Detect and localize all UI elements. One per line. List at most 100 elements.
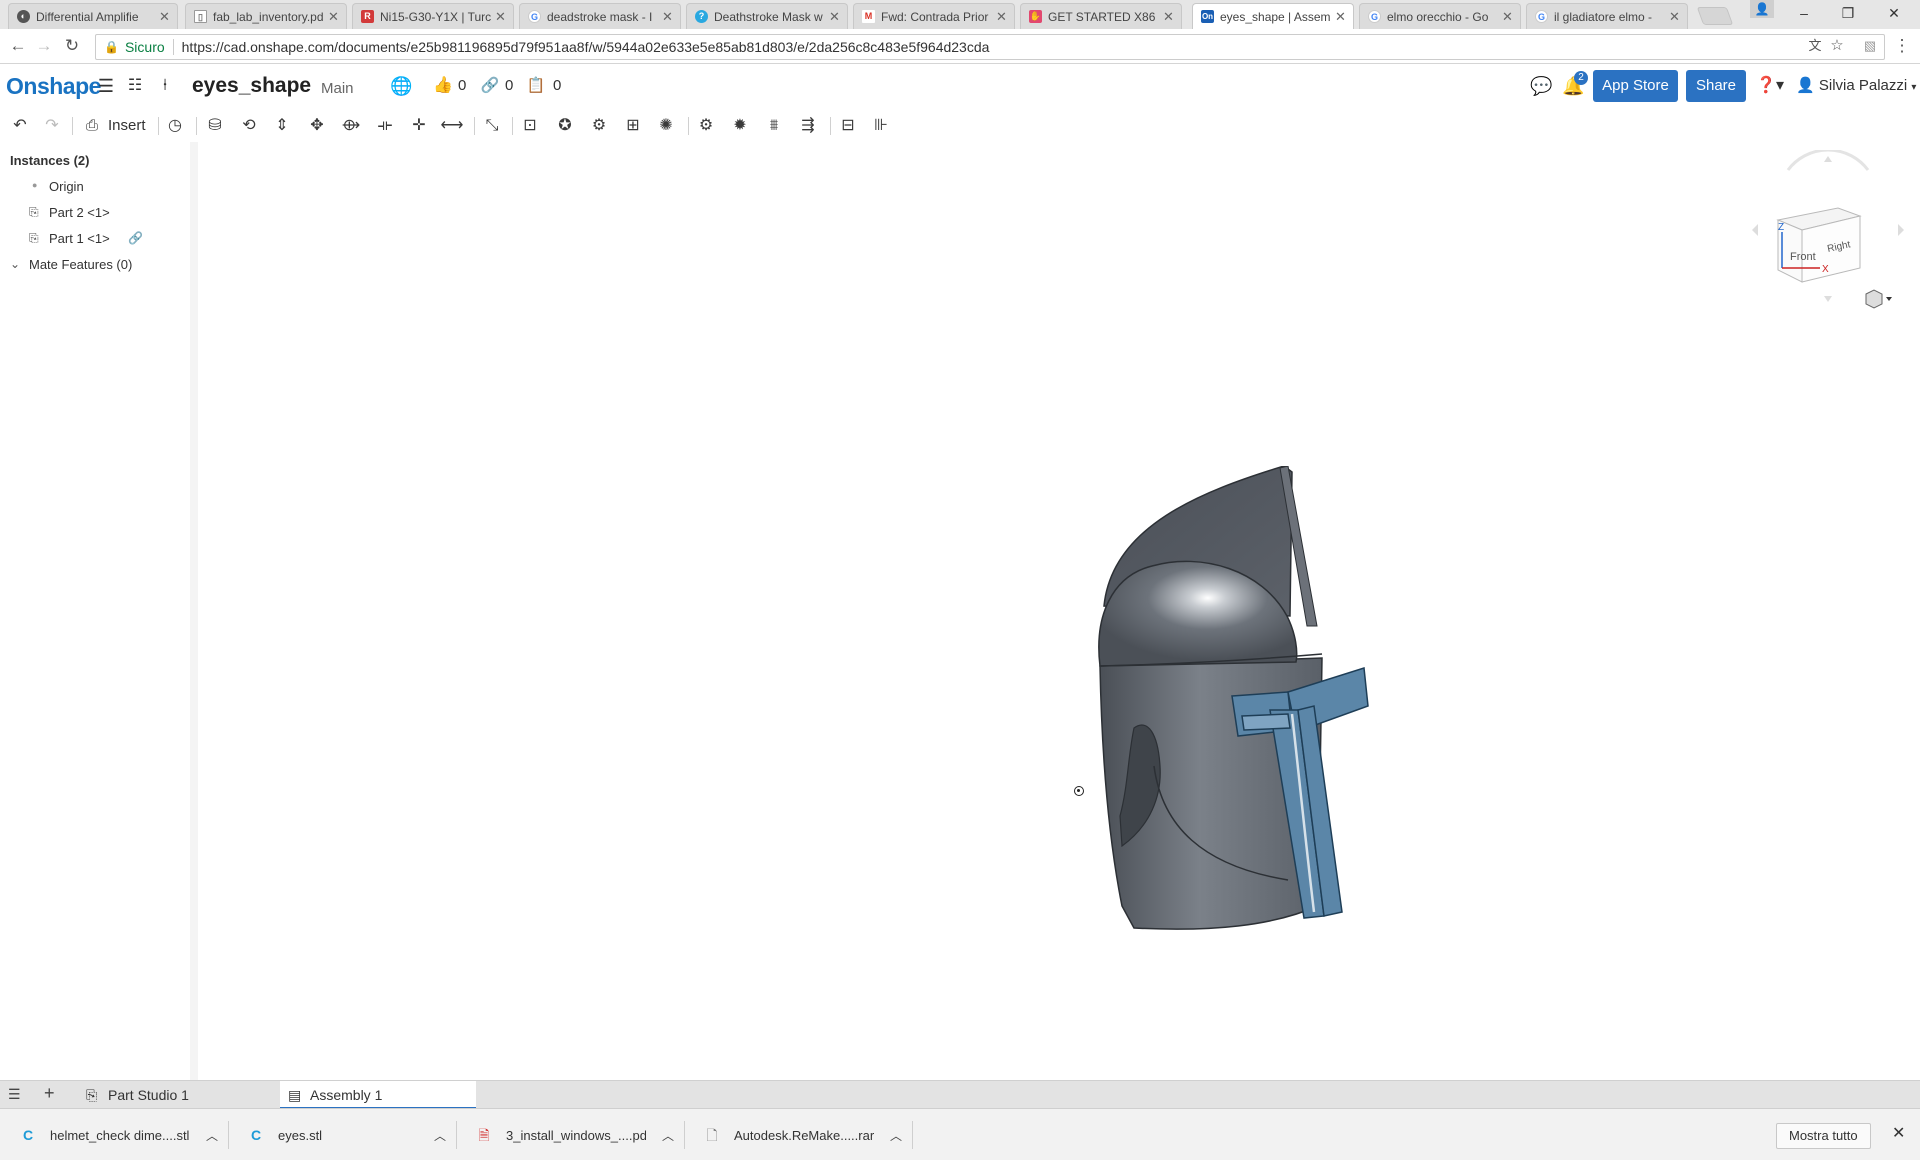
- back-icon[interactable]: ←: [6, 35, 30, 59]
- close-icon[interactable]: ✕: [996, 9, 1008, 25]
- tree-item-part1[interactable]: Part 1 <1>: [49, 231, 110, 246]
- close-icon[interactable]: ✕: [159, 9, 171, 25]
- tree-item-part2[interactable]: Part 2 <1>: [49, 205, 110, 220]
- tree-item-mate-features[interactable]: Mate Features (0): [29, 257, 132, 272]
- close-icon[interactable]: ✕: [1892, 1123, 1905, 1143]
- reload-icon[interactable]: ↻: [60, 35, 84, 59]
- download-item[interactable]: 🗋 Autodesk.ReMake.....rar ︿: [684, 1109, 912, 1161]
- chevron-up-icon[interactable]: ︿: [890, 1127, 902, 1144]
- copy-icon[interactable]: 📋: [526, 75, 546, 97]
- tab-assembly[interactable]: ▤ Assembly 1: [280, 1081, 476, 1109]
- circular-pattern-icon[interactable]: ✺: [654, 114, 678, 138]
- pin-slot-mate-icon[interactable]: ⟛: [373, 114, 397, 138]
- download-item[interactable]: 🗎 3_install_windows_....pdf ︿: [456, 1109, 684, 1161]
- globe-icon[interactable]: 🌐: [390, 75, 412, 97]
- link-icon[interactable]: 🔗: [480, 75, 500, 97]
- mate-connector-icon[interactable]: ⊡: [518, 114, 542, 138]
- close-icon[interactable]: ✕: [662, 9, 674, 25]
- close-icon[interactable]: ✕: [1163, 9, 1175, 25]
- rack-pinion-icon[interactable]: ✹: [728, 114, 752, 138]
- profile-icon[interactable]: 👤: [1750, 0, 1774, 18]
- onshape-logo[interactable]: Onshape: [6, 73, 101, 100]
- relation-icon[interactable]: ⚙: [587, 114, 611, 138]
- add-feature-icon[interactable]: ⍿: [154, 75, 176, 97]
- chevron-up-icon[interactable]: ︿: [206, 1127, 218, 1144]
- explode-view-icon[interactable]: ⊪: [869, 114, 893, 138]
- undo-icon[interactable]: ↶: [8, 114, 32, 138]
- chevron-down-icon[interactable]: ⌄: [10, 257, 20, 271]
- redo-icon[interactable]: ↷: [40, 114, 64, 138]
- graphics-viewport[interactable]: [200, 142, 1920, 1080]
- tab-part-studio[interactable]: ⎘ Part Studio 1: [78, 1081, 278, 1109]
- forward-icon[interactable]: →: [32, 35, 56, 59]
- workspace-name[interactable]: Main: [321, 80, 354, 97]
- feature-list-icon[interactable]: ☷: [124, 75, 146, 97]
- chrome-menu-icon[interactable]: ⋮: [1890, 35, 1914, 59]
- chevron-up-icon[interactable]: ︿: [434, 1127, 446, 1144]
- tangent-mate-icon[interactable]: ⤡: [480, 114, 504, 138]
- group-icon[interactable]: ✪: [553, 114, 577, 138]
- user-menu[interactable]: 👤 Silvia Palazzi ▾: [1796, 76, 1916, 94]
- translate-icon[interactable]: 文: [1803, 35, 1827, 59]
- parallel-mate-icon[interactable]: ⟷: [440, 114, 464, 138]
- download-item[interactable]: C eyes.stl ︿: [228, 1109, 456, 1161]
- measure-icon[interactable]: ⊟: [836, 114, 860, 138]
- help-icon[interactable]: ❓▾: [1754, 75, 1786, 97]
- new-tab-button[interactable]: [1696, 7, 1734, 25]
- minimize-icon[interactable]: –: [1782, 0, 1826, 29]
- like-icon[interactable]: 👍: [432, 75, 454, 97]
- gear-relation-icon[interactable]: ⚙: [694, 114, 718, 138]
- document-title[interactable]: eyes_shape: [192, 74, 311, 98]
- download-item[interactable]: C helmet_check dime....stl ︿: [0, 1109, 228, 1161]
- view-options-icon[interactable]: [1865, 289, 1892, 309]
- browser-tab[interactable]: R Ni15-G30-Y1X | Turc ✕: [352, 3, 514, 29]
- revolute-mate-icon[interactable]: ⟲: [237, 114, 261, 138]
- close-icon[interactable]: ✕: [495, 9, 507, 25]
- close-icon[interactable]: ✕: [1335, 9, 1347, 25]
- linear-relation-icon[interactable]: ⇶: [796, 114, 820, 138]
- browser-tab[interactable]: ? Deathstroke Mask w ✕: [686, 3, 848, 29]
- browser-tab-active[interactable]: On eyes_shape | Assem ✕: [1192, 3, 1354, 29]
- app-store-button[interactable]: App Store: [1593, 70, 1678, 102]
- close-icon[interactable]: ✕: [1669, 9, 1681, 25]
- add-tab-icon[interactable]: +: [44, 1083, 55, 1104]
- tree-item-origin[interactable]: Origin: [49, 179, 84, 194]
- arrow-down-icon[interactable]: [1824, 296, 1832, 302]
- arrow-left-icon[interactable]: [1752, 224, 1758, 236]
- show-all-downloads-button[interactable]: Mostra tutto: [1776, 1123, 1871, 1149]
- linear-pattern-icon[interactable]: ⊞: [621, 114, 645, 138]
- browser-tab[interactable]: G elmo orecchio - Go ✕: [1359, 3, 1521, 29]
- insert-button[interactable]: Insert: [108, 114, 146, 138]
- planar-mate-icon[interactable]: ✥: [305, 114, 329, 138]
- arrow-right-icon[interactable]: [1898, 224, 1904, 236]
- close-window-icon[interactable]: ✕: [1872, 0, 1916, 29]
- browser-tab[interactable]: ▯ fab_lab_inventory.pd ✕: [185, 3, 347, 29]
- browser-tab[interactable]: ◐ Differential Amplifie ✕: [8, 3, 178, 29]
- close-icon[interactable]: ✕: [829, 9, 841, 25]
- share-button[interactable]: Share: [1686, 70, 1746, 102]
- chevron-up-icon[interactable]: ︿: [662, 1127, 674, 1144]
- close-icon[interactable]: ✕: [328, 9, 340, 25]
- url-field[interactable]: 🔒 Sicuro https://cad.onshape.com/documen…: [95, 34, 1885, 60]
- ball-mate-icon[interactable]: ✛: [407, 114, 431, 138]
- browser-tab[interactable]: M Fwd: Contrada Prior ✕: [853, 3, 1015, 29]
- extension-icon[interactable]: ▧: [1858, 35, 1882, 59]
- insert-icon[interactable]: ⎙: [80, 114, 104, 138]
- fastened-mate-icon[interactable]: ⛁: [203, 114, 227, 138]
- browser-tab[interactable]: G deadstroke mask - I ✕: [519, 3, 681, 29]
- browser-tab[interactable]: G il gladiatore elmo - ✕: [1526, 3, 1688, 29]
- arrow-up-icon[interactable]: [1824, 156, 1832, 162]
- instances-header[interactable]: Instances (2): [10, 153, 89, 168]
- tab-manager-icon[interactable]: ☰: [8, 1086, 21, 1103]
- browser-tab[interactable]: ✋ GET STARTED X86 - ✕: [1020, 3, 1182, 29]
- cylindrical-mate-icon[interactable]: ⟴: [339, 114, 363, 138]
- screw-relation-icon[interactable]: ⩩: [762, 114, 786, 138]
- view-cube[interactable]: Front Right Z X: [1748, 150, 1908, 310]
- restore-icon[interactable]: ❐: [1826, 0, 1870, 29]
- panel-scrollbar[interactable]: [190, 142, 198, 1080]
- comments-icon[interactable]: 💬: [1530, 75, 1552, 97]
- link-icon[interactable]: 🔗: [128, 231, 143, 245]
- slider-mate-icon[interactable]: ⇕: [270, 114, 294, 138]
- helmet-3d-model[interactable]: [1092, 466, 1392, 936]
- bookmark-star-icon[interactable]: ☆: [1825, 35, 1849, 59]
